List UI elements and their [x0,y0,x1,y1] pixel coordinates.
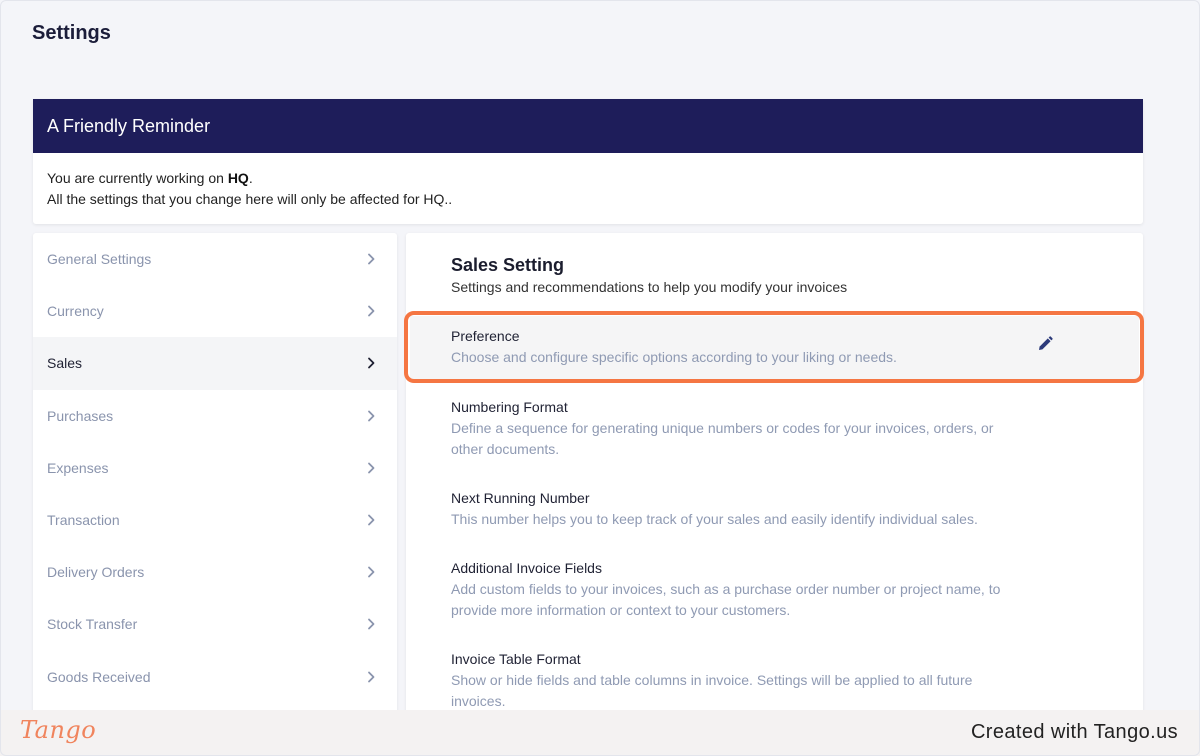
sidebar-item-label: General Settings [47,251,152,267]
sidebar-item-stock-transfer[interactable]: Stock Transfer [33,598,397,650]
reminder-body: You are currently working on HQ. All the… [33,153,1143,225]
option-numbering-format[interactable]: Numbering Format Define a sequence for g… [451,397,1011,459]
option-additional-invoice-fields[interactable]: Additional Invoice Fields Add custom fie… [451,558,1011,620]
pencil-icon[interactable] [1036,335,1054,353]
sidebar-item-general-settings[interactable]: General Settings [33,233,397,285]
sidebar-item-label: Purchases [47,407,114,424]
sidebar-item-currency[interactable]: Currency [33,285,397,337]
chevron-right-icon [365,514,377,526]
chevron-right-icon [365,357,377,369]
option-preference[interactable]: Preference Choose and configure specific… [451,326,1011,368]
reminder-card: A Friendly Reminder You are currently wo… [33,99,1143,224]
option-description: Define a sequence for generating unique … [451,420,994,457]
reminder-line-2: All the settings that you change here wi… [47,191,453,207]
chevron-right-icon [365,671,377,683]
sidebar-item-expenses[interactable]: Expenses [33,442,397,494]
sidebar-item-purchases[interactable]: Purchases [33,390,397,442]
sidebar-item-label: Currency [47,303,104,320]
option-title: Preference [451,328,520,344]
sidebar-item-label: Goods Received [47,668,151,685]
sales-setting-panel: Sales Setting Settings and recommendatio… [406,233,1143,713]
sidebar-item-transaction[interactable]: Transaction [33,494,397,546]
tango-logo: Tango [20,716,97,744]
option-description: Show or hide fields and table columns in… [451,672,973,709]
sidebar-item-delivery-orders[interactable]: Delivery Orders [33,546,397,598]
option-description: This number helps you to keep track of y… [451,511,978,527]
option-description: Add custom fields to your invoices, such… [451,581,1001,618]
sidebar-item-goods-received[interactable]: Goods Received [33,651,397,703]
footer-bar: Tango Created with Tango.us [0,710,1200,756]
reminder-title: A Friendly Reminder [33,99,1143,153]
option-title: Invoice Table Format [451,651,581,667]
reminder-line1-suffix: . [248,170,253,186]
sidebar-item-label: Sales [47,355,83,372]
page-title: Settings [32,22,111,44]
option-title: Next Running Number [451,490,590,506]
chevron-right-icon [365,305,377,317]
option-invoice-table-format[interactable]: Invoice Table Format Show or hide fields… [451,649,1011,711]
reminder-line1-prefix: You are currently working on [47,170,228,186]
section-subtitle: Settings and recommendations to help you… [451,279,848,295]
sidebar-item-label: Delivery Orders [47,564,145,581]
sidebar-item-label: Stock Transfer [47,616,138,633]
section-title: Sales Setting [451,255,565,275]
sidebar-item-sales[interactable]: Sales [33,337,397,390]
chevron-right-icon [365,462,377,474]
chevron-right-icon [365,566,377,578]
option-title: Numbering Format [451,399,568,415]
chevron-right-icon [365,618,377,630]
option-title: Additional Invoice Fields [451,560,602,576]
settings-sidebar: General Settings Currency Sales Purchase… [33,233,397,713]
option-next-running-number[interactable]: Next Running Number This number helps yo… [451,488,1011,530]
sidebar-item-label: Expenses [47,459,109,476]
option-description: Choose and configure specific options ac… [451,349,897,365]
settings-page: Settings A Friendly Reminder You are cur… [0,0,1200,756]
reminder-branch-name: HQ [227,170,249,186]
reminder-line-1: You are currently working on HQ. [47,168,1129,189]
chevron-right-icon [365,253,377,265]
footer-credit: Created with Tango.us [970,721,1178,743]
chevron-right-icon [365,410,377,422]
sidebar-item-label: Transaction [47,511,120,528]
